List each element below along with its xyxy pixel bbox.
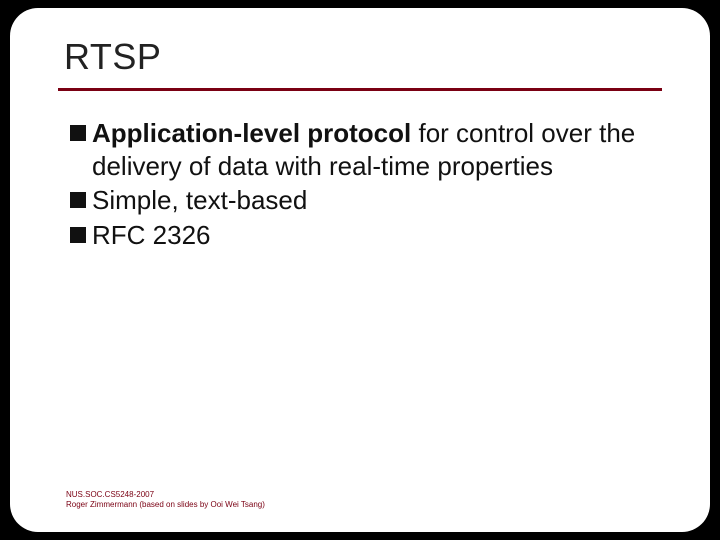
title-underline — [58, 88, 662, 91]
square-bullet-icon — [70, 227, 86, 243]
bullet-text: Simple, text-based — [92, 184, 654, 217]
bullet-text: Application-level protocol for control o… — [92, 117, 654, 182]
bullet-text: RFC 2326 — [92, 219, 654, 252]
slide-title: RTSP — [64, 36, 662, 78]
footer: NUS.SOC.CS5248-2007 Roger Zimmermann (ba… — [66, 490, 265, 510]
footer-line2: Roger Zimmermann (based on slides by Ooi… — [66, 500, 265, 510]
square-bullet-icon — [70, 192, 86, 208]
slide-body: Application-level protocol for control o… — [58, 117, 662, 251]
footer-line1: NUS.SOC.CS5248-2007 — [66, 490, 265, 500]
square-bullet-icon — [70, 125, 86, 141]
slide: RTSP Application-level protocol for cont… — [10, 8, 710, 532]
bullet-item: RFC 2326 — [70, 219, 654, 252]
bullet-item: Application-level protocol for control o… — [70, 117, 654, 182]
bullet-item: Simple, text-based — [70, 184, 654, 217]
bullet-bold: Application-level protocol — [92, 118, 411, 148]
